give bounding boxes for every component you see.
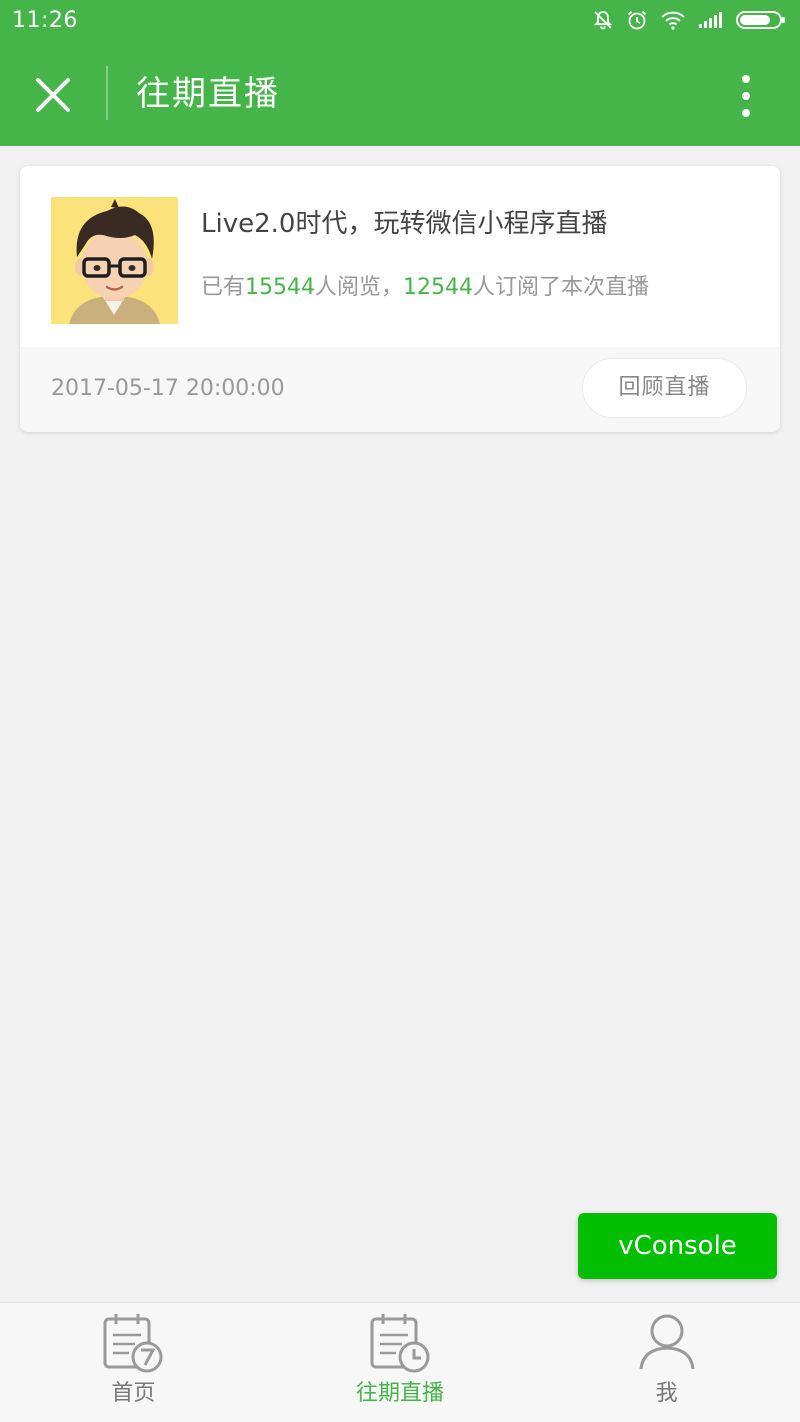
nav-divider bbox=[106, 66, 108, 120]
alarm-icon bbox=[626, 9, 648, 31]
wifi-icon bbox=[660, 10, 686, 30]
avatar bbox=[51, 197, 178, 324]
battery-icon bbox=[736, 10, 786, 30]
page-title: 往期直播 bbox=[136, 74, 280, 114]
tab-past-live[interactable]: 往期直播 bbox=[267, 1303, 534, 1422]
stats-prefix: 已有 bbox=[201, 275, 246, 300]
close-button[interactable] bbox=[26, 68, 80, 122]
bell-muted-icon bbox=[592, 9, 614, 31]
tab-label-past-live: 往期直播 bbox=[356, 1381, 445, 1406]
subscriber-count: 12544 bbox=[403, 275, 474, 300]
live-date: 2017-05-17 20:00:00 bbox=[51, 376, 285, 401]
status-icons bbox=[592, 9, 786, 31]
tab-label-me: 我 bbox=[655, 1381, 678, 1406]
views-suffix: 人阅览， bbox=[315, 275, 404, 300]
status-bar: 11:26 bbox=[0, 0, 800, 40]
tab-me[interactable]: 我 bbox=[533, 1303, 800, 1422]
view-count: 15544 bbox=[245, 275, 316, 300]
more-vertical-icon bbox=[742, 75, 750, 117]
user-icon bbox=[637, 1311, 697, 1373]
live-title: Live2.0时代，玩转微信小程序直播 bbox=[201, 209, 608, 239]
vconsole-button[interactable]: vConsole bbox=[578, 1213, 777, 1279]
status-time: 11:26 bbox=[12, 7, 78, 33]
more-button[interactable] bbox=[722, 66, 770, 126]
tab-home[interactable]: 首页 bbox=[0, 1303, 267, 1422]
live-card[interactable]: Live2.0时代，玩转微信小程序直播 已有15544人阅览，12544人订阅了… bbox=[20, 166, 780, 432]
tab-label-home: 首页 bbox=[111, 1381, 156, 1406]
replay-button[interactable]: 回顾直播 bbox=[582, 358, 747, 418]
tab-bar: 首页 往期直播 我 bbox=[0, 1302, 800, 1422]
subscribers-suffix: 人订阅了本次直播 bbox=[473, 275, 650, 300]
live-stats: 已有15544人阅览，12544人订阅了本次直播 bbox=[201, 270, 761, 306]
calendar-clock-icon bbox=[368, 1311, 432, 1373]
card-footer: 2017-05-17 20:00:00 回顾直播 bbox=[20, 347, 780, 432]
calendar-icon bbox=[101, 1311, 165, 1373]
close-icon bbox=[36, 78, 70, 112]
nav-bar: 往期直播 bbox=[0, 40, 800, 146]
signal-icon bbox=[698, 11, 724, 29]
